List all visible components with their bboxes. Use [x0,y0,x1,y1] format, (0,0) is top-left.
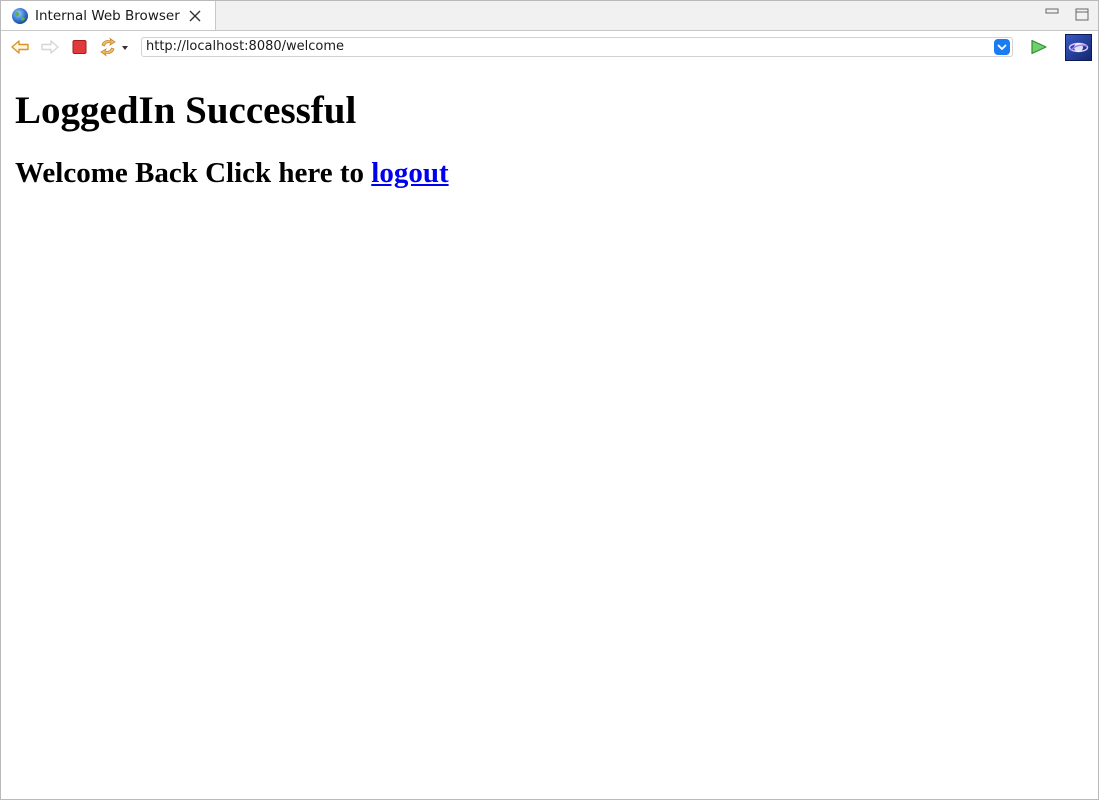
tab-bar: Internal Web Browser [1,1,1098,31]
refresh-icon[interactable] [98,37,130,57]
minimize-icon[interactable] [1044,6,1060,22]
stop-icon[interactable] [70,37,90,57]
page-title: LoggedIn Successful [15,89,357,132]
browser-toolbar [1,31,1098,63]
welcome-message: Welcome Back Click here to logout [15,156,1084,190]
forward-arrow-icon[interactable] [40,37,60,57]
globe-icon [12,7,28,24]
url-input[interactable] [146,38,986,56]
tab-label: Internal Web Browser [35,7,180,24]
chevron-down-icon[interactable] [994,39,1010,55]
url-bar [141,37,1013,57]
logout-link[interactable]: logout [371,157,448,189]
back-arrow-icon[interactable] [10,37,30,57]
welcome-text: Welcome Back Click here to [15,157,372,189]
eclipse-icon[interactable] [1065,34,1092,61]
tab-internal-web-browser[interactable]: Internal Web Browser [1,1,216,30]
maximize-icon[interactable] [1074,6,1090,22]
close-icon[interactable] [188,9,202,23]
page-content: LoggedIn Successful Welcome Back Click h… [1,63,1098,799]
browser-window: Internal Web Browser http://localhost:80… [0,0,1099,800]
go-play-icon[interactable] [1029,37,1049,57]
window-controls [1044,6,1090,22]
